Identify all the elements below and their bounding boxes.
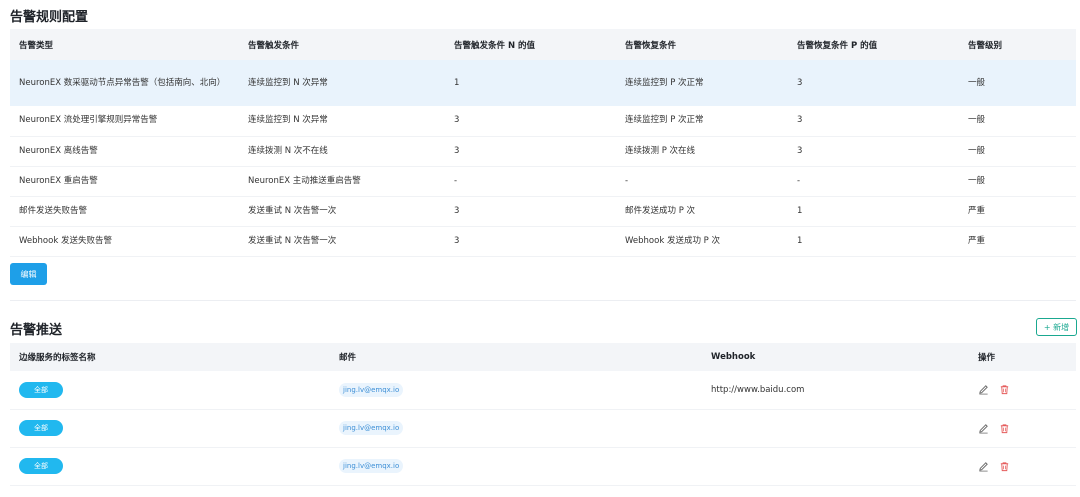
cell-trigger-condition: 连续监控到 N 次异常 <box>248 77 328 88</box>
cell-recovery-p: 3 <box>788 106 959 137</box>
cell-trigger-n: 3 <box>445 226 616 257</box>
cell-trigger-n: - <box>445 166 616 197</box>
email-badge: jing.lv@emqx.io <box>339 459 404 473</box>
cell-trigger-condition: 发送重试 N 次告警一次 <box>239 226 445 257</box>
column-header-alert-type: 告警类型 <box>10 29 239 60</box>
alert-push-table: 边缘服务的标签名称 邮件 Webhook 操作 全部 jing.lv@emqx.… <box>10 343 1076 486</box>
cell-email: jing.lv@emqx.io <box>330 371 702 410</box>
push-section-title: 告警推送 <box>10 323 63 338</box>
column-header-actions: 操作 <box>969 343 1076 371</box>
section-divider <box>10 300 1076 301</box>
cell-alert-type: NeuronEX 重启告警 <box>10 166 239 197</box>
trash-icon[interactable] <box>999 423 1010 434</box>
cell-recovery-p: 1 <box>788 226 959 257</box>
cell-email: jing.lv@emqx.io <box>330 409 702 448</box>
column-header-trigger-condition: 告警触发条件 <box>239 29 445 60</box>
column-header-recovery-p: 告警恢复条件 P 的值 <box>788 29 959 60</box>
cell-trigger-n: 3 <box>445 106 616 137</box>
cell-recovery-condition: Webhook 发送成功 P 次 <box>616 226 788 257</box>
cell-tag: 全部 <box>10 447 330 486</box>
cell-alert-level: 一般 <box>968 77 986 88</box>
column-header-recovery-condition: 告警恢复条件 <box>616 29 788 60</box>
cell-alert-level: 一般 <box>959 106 1076 137</box>
cell-tag: 全部 <box>10 371 330 410</box>
cell-trigger-condition: NeuronEX 主动推送重启告警 <box>239 166 445 197</box>
cell-trigger-n: 3 <box>445 196 616 227</box>
tag-badge: 全部 <box>19 381 63 398</box>
add-push-button[interactable]: + 新增 <box>1036 318 1077 336</box>
table-row: 全部 jing.lv@emqx.io <box>10 409 1076 448</box>
cell-webhook <box>702 447 969 486</box>
pencil-icon[interactable] <box>978 461 989 472</box>
cell-recovery-p: 1 <box>788 196 959 227</box>
cell-alert-level: 一般 <box>959 166 1076 197</box>
table-row: 全部 jing.lv@emqx.io <box>10 447 1076 486</box>
cell-actions <box>969 409 1076 448</box>
trash-icon[interactable] <box>999 461 1010 472</box>
table-row: NeuronEX 流处理引擎规则异常告警 连续监控到 N 次异常 3 连续监控到… <box>10 106 1076 137</box>
cell-recovery-p: 3 <box>797 77 803 88</box>
cell-alert-level: 严重 <box>959 196 1076 227</box>
tag-badge: 全部 <box>19 458 63 474</box>
column-header-tag-name: 边缘服务的标签名称 <box>10 343 330 371</box>
pencil-icon[interactable] <box>978 423 989 434</box>
cell-recovery-condition: 连续监控到 P 次正常 <box>616 106 788 137</box>
cell-tag: 全部 <box>10 409 330 448</box>
table-row: 全部 jing.lv@emqx.io http://www.baidu.com <box>10 371 1076 410</box>
cell-webhook <box>702 409 969 448</box>
edit-button[interactable]: 编辑 <box>10 263 47 285</box>
cell-alert-level: 一般 <box>959 136 1076 167</box>
column-header-alert-level: 告警级别 <box>959 29 1076 60</box>
cell-alert-type: NeuronEX 流处理引擎规则异常告警 <box>10 106 239 137</box>
cell-recovery-condition: - <box>616 166 788 197</box>
table-row: 邮件发送失败告警 发送重试 N 次告警一次 3 邮件发送成功 P 次 1 严重 <box>10 196 1076 227</box>
cell-recovery-condition: 邮件发送成功 P 次 <box>616 196 788 227</box>
pencil-icon[interactable] <box>978 384 989 395</box>
cell-alert-type: Webhook 发送失败告警 <box>10 226 239 257</box>
cell-recovery-condition: 连续监控到 P 次正常 <box>625 77 704 88</box>
cell-alert-type: NeuronEX 离线告警 <box>10 136 239 167</box>
cell-actions <box>969 371 1076 410</box>
cell-alert-level: 严重 <box>959 226 1076 257</box>
alert-rules-table: 告警类型 告警触发条件 告警触发条件 N 的值 告警恢复条件 告警恢复条件 P … <box>10 29 1076 257</box>
tag-badge: 全部 <box>19 420 63 436</box>
cell-trigger-condition: 连续监控到 N 次异常 <box>239 106 445 137</box>
cell-webhook: http://www.baidu.com <box>702 371 969 410</box>
table-row: NeuronEX 重启告警 NeuronEX 主动推送重启告警 - - - 一般 <box>10 166 1076 197</box>
cell-trigger-condition: 发送重试 N 次告警一次 <box>239 196 445 227</box>
cell-alert-type: NeuronEX 数采驱动节点异常告警（包括南向、北向） <box>19 77 226 88</box>
cell-trigger-n: 3 <box>445 136 616 167</box>
email-badge: jing.lv@emqx.io <box>339 382 404 397</box>
column-header-webhook: Webhook <box>702 343 969 371</box>
email-badge: jing.lv@emqx.io <box>339 421 404 435</box>
cell-email: jing.lv@emqx.io <box>330 447 702 486</box>
cell-actions <box>969 447 1076 486</box>
table-row: NeuronEX 数采驱动节点异常告警（包括南向、北向） 连续监控到 N 次异常… <box>10 60 1076 106</box>
table-row: Webhook 发送失败告警 发送重试 N 次告警一次 3 Webhook 发送… <box>10 226 1076 257</box>
cell-trigger-condition: 连续拨测 N 次不在线 <box>239 136 445 167</box>
cell-recovery-p: 3 <box>788 136 959 167</box>
table-row: NeuronEX 离线告警 连续拨测 N 次不在线 3 连续拨测 P 次在线 3… <box>10 136 1076 167</box>
cell-recovery-condition: 连续拨测 P 次在线 <box>616 136 788 167</box>
rules-section-title: 告警规则配置 <box>10 10 89 25</box>
cell-trigger-n: 1 <box>454 77 460 88</box>
cell-recovery-p: - <box>788 166 959 197</box>
column-header-email: 邮件 <box>330 343 702 371</box>
cell-alert-type: 邮件发送失败告警 <box>10 196 239 227</box>
trash-icon[interactable] <box>999 384 1010 395</box>
column-header-trigger-n: 告警触发条件 N 的值 <box>445 29 616 60</box>
